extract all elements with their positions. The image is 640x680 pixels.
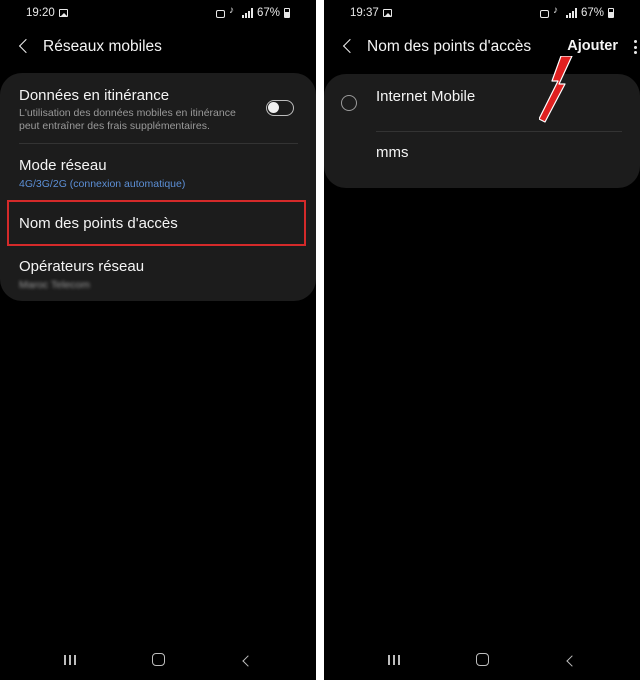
navigation-bar <box>0 640 316 680</box>
page-title: Réseaux mobiles <box>43 38 162 55</box>
back-icon[interactable] <box>565 654 575 666</box>
operators-title: Opérateurs réseau <box>19 258 145 275</box>
back-button[interactable] <box>338 34 360 60</box>
navigation-bar <box>324 640 640 680</box>
apn-item[interactable]: mms <box>324 132 640 186</box>
more-options-icon[interactable] <box>630 38 640 56</box>
operators-value: Maroc Telecom <box>19 279 90 291</box>
roaming-description: L'utilisation des données mobiles en iti… <box>19 107 236 132</box>
status-bar: 19:37 67% <box>324 0 640 26</box>
setting-operators[interactable]: Opérateurs réseau Maroc Telecom <box>0 249 316 299</box>
back-icon[interactable] <box>241 654 251 666</box>
roaming-title: Données en itinérance <box>19 87 170 104</box>
lock-icon <box>215 10 225 18</box>
home-icon[interactable] <box>152 653 165 666</box>
highlight-annotation <box>7 200 306 246</box>
gallery-notification-icon <box>59 9 68 17</box>
left-phone-screen: 19:20 67% Réseaux mobiles Données en iti… <box>0 0 316 680</box>
toggle-knob <box>268 102 279 113</box>
home-icon[interactable] <box>476 653 489 666</box>
status-icons: 67% <box>215 5 290 19</box>
setting-network-mode[interactable]: Mode réseau 4G/3G/2G (connexion automati… <box>0 144 316 196</box>
signal-icon <box>241 8 253 18</box>
network-mode-value: 4G/3G/2G (connexion automatique) <box>19 178 186 190</box>
back-button[interactable] <box>14 34 36 60</box>
page-title: Nom des points d'accès <box>367 38 532 55</box>
status-time: 19:20 <box>26 7 55 19</box>
signal-icon <box>565 8 577 18</box>
apn-item[interactable]: Internet Mobile <box>324 74 640 131</box>
arrow-annotation <box>539 56 573 123</box>
network-mode-title: Mode réseau <box>19 157 107 174</box>
apn-list-card: Internet Mobile mms <box>324 74 640 188</box>
apn-name: mms <box>376 144 409 161</box>
roaming-toggle[interactable] <box>266 100 294 116</box>
status-time: 19:37 <box>350 7 379 19</box>
apn-radio-button[interactable] <box>341 95 357 111</box>
settings-card: Données en itinérance L'utilisation des … <box>0 73 316 301</box>
battery-icon <box>608 8 614 18</box>
app-bar: Nom des points d'accès Ajouter <box>324 28 640 68</box>
right-phone-screen: 19:37 67% Nom des points d'accès Ajouter… <box>324 0 640 680</box>
add-apn-button[interactable]: Ajouter <box>567 38 618 54</box>
status-bar: 19:20 67% <box>0 0 316 26</box>
apn-name: Internet Mobile <box>376 88 476 105</box>
recent-apps-icon[interactable] <box>64 655 76 665</box>
app-bar: Réseaux mobiles <box>0 28 316 68</box>
battery-icon <box>284 8 290 18</box>
status-icons: 67% <box>539 5 614 19</box>
setting-roaming[interactable]: Données en itinérance L'utilisation des … <box>0 73 316 143</box>
lock-icon <box>539 10 549 18</box>
recent-apps-icon[interactable] <box>388 655 400 665</box>
battery-percent: 67% <box>256 7 280 19</box>
mute-icon <box>553 5 562 18</box>
battery-percent: 67% <box>580 7 604 19</box>
mute-icon <box>229 5 238 18</box>
gallery-notification-icon <box>383 9 392 17</box>
